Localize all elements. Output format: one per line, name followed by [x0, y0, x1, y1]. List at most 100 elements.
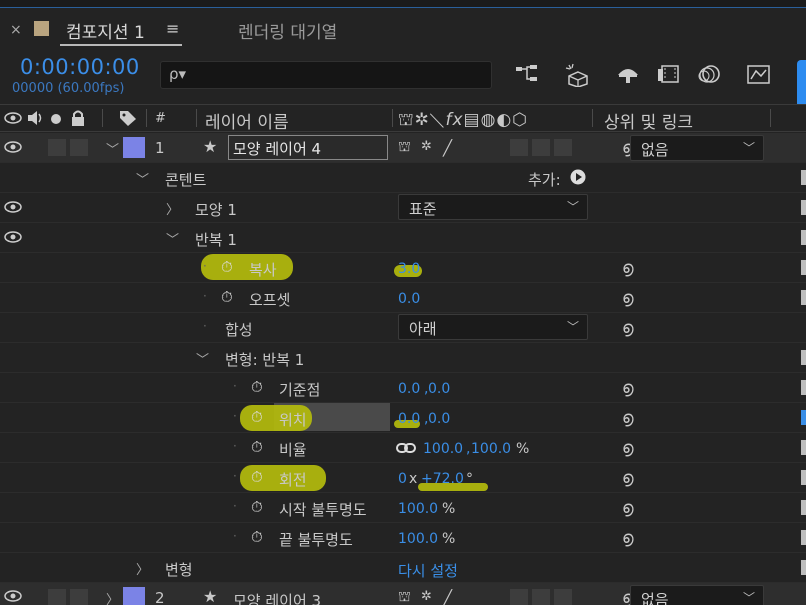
pickwhip-spiral-icon[interactable]: ൭ — [622, 438, 634, 458]
value-y[interactable]: 0.0 — [428, 411, 450, 427]
property-row-scale[interactable]: · ⏱ 비율 100.0 , 100.0 % ൭ — [0, 433, 806, 463]
layer-name-field[interactable]: 모양 레이어 4 — [228, 135, 388, 160]
layer-row[interactable]: ﹀ 1 ★ 모양 레이어 4 ⛫ ✲ ╱ ൭ 없음 ﹀ — [0, 133, 806, 163]
pickwhip-spiral-icon[interactable]: ൭ — [622, 468, 634, 488]
pickwhip-spiral-icon[interactable]: ൭ — [622, 408, 634, 428]
visibility-eye-icon[interactable] — [4, 200, 22, 214]
value-x[interactable]: 0.0 — [398, 411, 420, 427]
label-color-swatch[interactable] — [123, 587, 145, 605]
property-row-end-opacity[interactable]: · ⏱ 끝 불투명도 100.0 % ൭ — [0, 523, 806, 553]
pickwhip-spiral-icon[interactable]: ൭ — [622, 288, 634, 308]
lock-toggle[interactable] — [70, 139, 88, 156]
frame-blend-switch-icon[interactable]: ▤ — [464, 110, 481, 130]
shy-switch-icon[interactable]: ⛫ — [398, 589, 411, 605]
switch-box[interactable] — [510, 139, 528, 156]
parent-dropdown[interactable]: 없음 ﹀ — [630, 135, 764, 161]
value-x[interactable]: 0.0 — [398, 381, 420, 397]
pickwhip-spiral-icon[interactable]: ൭ — [622, 528, 634, 548]
expand-chevron-icon[interactable]: ﹀ — [196, 349, 209, 368]
switch-box[interactable] — [554, 139, 572, 156]
switch-box[interactable] — [532, 139, 550, 156]
frame-blending-icon[interactable] — [656, 63, 682, 87]
property-row-start-opacity[interactable]: · ⏱ 시작 불투명도 100.0 % ൭ — [0, 493, 806, 523]
adjustment-switch-icon[interactable]: ◐ — [496, 110, 512, 130]
solo-toggle[interactable] — [48, 139, 66, 156]
pickwhip-spiral-icon[interactable]: ൭ — [622, 498, 634, 518]
header-layer-name[interactable]: 레이어 이름 — [205, 108, 289, 133]
property-value[interactable]: 3.0 — [398, 261, 420, 277]
3d-switch-icon[interactable]: ⬡ — [512, 110, 528, 130]
expand-chevron-icon[interactable]: ﹀ — [106, 139, 119, 158]
stopwatch-icon[interactable]: ⏱ — [221, 288, 233, 306]
collapse-switch-icon[interactable]: ✲ — [421, 139, 432, 154]
property-row-offset[interactable]: · ⏱ 오프셋 0.0 ൭ — [0, 283, 806, 313]
collapse-chevron-icon[interactable]: 〉 — [166, 199, 179, 218]
expand-chevron-icon[interactable]: ﹀ — [166, 229, 179, 248]
property-row-position[interactable]: · ⏱ 위치 0.0 , 0.0 ൭ — [0, 403, 806, 433]
constrain-link-icon[interactable] — [396, 442, 416, 454]
video-column-eye-icon[interactable] — [4, 112, 22, 124]
stopwatch-icon[interactable]: ⏱ — [251, 468, 263, 486]
property-value[interactable]: 100.0 — [398, 501, 438, 517]
solo-toggle[interactable] — [48, 589, 66, 605]
close-tab-icon[interactable]: × — [10, 22, 22, 38]
current-time-display[interactable]: 0:00:00:00 — [20, 55, 140, 79]
switch-box[interactable] — [532, 589, 550, 605]
stopwatch-icon[interactable]: ⏱ — [221, 258, 233, 276]
solo-column-dot-icon[interactable] — [50, 113, 62, 125]
motion-blur-icon[interactable] — [696, 63, 722, 87]
value-y[interactable]: 100.0 — [471, 441, 511, 457]
label-color-swatch[interactable] — [123, 137, 145, 158]
composition-flowchart-icon[interactable] — [514, 63, 540, 87]
reset-link[interactable]: 다시 설정 — [398, 560, 458, 581]
property-row-transform-repeater[interactable]: ﹀ 변형: 반복 1 — [0, 343, 806, 373]
audio-column-speaker-icon[interactable] — [26, 110, 44, 126]
collapse-switch-icon[interactable]: ✲ — [421, 589, 432, 604]
switch-box[interactable] — [510, 589, 528, 605]
header-parent-link[interactable]: 상위 및 링크 — [604, 108, 693, 133]
pickwhip-spiral-icon[interactable]: ൭ — [622, 318, 634, 338]
property-row-contents[interactable]: ﹀ 콘텐트 추가: — [0, 163, 806, 193]
property-row-anchor[interactable]: · ⏱ 기준점 0.0 , 0.0 ൭ — [0, 373, 806, 403]
quality-switch-icon[interactable]: ╱ — [443, 589, 452, 605]
property-value[interactable]: 0.0 — [398, 291, 420, 307]
rotation-turns[interactable]: 0 — [398, 471, 407, 487]
blend-mode-dropdown[interactable]: 표준 ﹀ — [398, 194, 588, 220]
shy-layers-icon[interactable] — [615, 63, 641, 87]
search-icon[interactable]: ρ▾ — [169, 65, 186, 83]
stopwatch-icon[interactable]: ⏱ — [251, 498, 263, 516]
quality-switch-icon[interactable]: ╱ — [443, 139, 452, 157]
draft-3d-icon[interactable] — [564, 63, 590, 88]
collapse-chevron-icon[interactable]: 〉 — [136, 559, 149, 578]
visibility-eye-icon[interactable] — [4, 589, 22, 603]
expand-chevron-icon[interactable]: ﹀ — [136, 169, 149, 188]
composite-dropdown[interactable]: 아래 ﹀ — [398, 314, 588, 340]
layer-name[interactable]: 모양 레이어 3 — [233, 590, 321, 605]
property-row-copies[interactable]: · ⏱ 복사 3.0 ൭ — [0, 253, 806, 283]
property-row-rotation[interactable]: · ⏱ 회전 0 x +72.0 ° ൭ — [0, 463, 806, 493]
lock-column-icon[interactable] — [70, 109, 86, 127]
search-input[interactable]: ρ▾ — [160, 61, 492, 89]
pickwhip-spiral-icon[interactable]: ൭ — [622, 378, 634, 398]
property-row-repeater[interactable]: ﹀ 반복 1 — [0, 223, 806, 253]
value-y[interactable]: 0.0 — [428, 381, 450, 397]
pickwhip-spiral-icon[interactable]: ൭ — [622, 258, 634, 278]
property-value[interactable]: 100.0 — [398, 531, 438, 547]
value-x[interactable]: 100.0 — [423, 441, 463, 457]
effects-switch-icon[interactable]: fx — [445, 110, 463, 130]
layer-row[interactable]: 〉 2 ★ 모양 레이어 3 ⛫ ✲ ╱ ൭ 없음 ﹀ — [0, 583, 806, 605]
property-row-transform[interactable]: 〉 변형 다시 설정 — [0, 553, 806, 583]
switches-icons[interactable]: ⛫✲⟍fx▤◍◐⬡ — [398, 110, 528, 132]
stopwatch-icon[interactable]: ⏱ — [251, 408, 263, 426]
add-label[interactable]: 추가: — [528, 169, 561, 190]
stopwatch-icon[interactable]: ⏱ — [251, 438, 263, 456]
tab-render-queue[interactable]: 렌더링 대기열 — [238, 18, 337, 43]
lock-toggle[interactable] — [70, 589, 88, 605]
quality-switch-icon[interactable]: ⟍ — [430, 110, 446, 130]
shy-switch-icon[interactable]: ⛫ — [398, 139, 411, 157]
collapse-switch-icon[interactable]: ✲ — [415, 110, 430, 130]
shy-switch-icon[interactable]: ⛫ — [398, 110, 415, 130]
graph-editor-icon[interactable] — [746, 63, 772, 87]
stopwatch-icon[interactable]: ⏱ — [251, 378, 263, 396]
property-row-composite[interactable]: · 합성 아래 ﹀ ൭ — [0, 313, 806, 343]
